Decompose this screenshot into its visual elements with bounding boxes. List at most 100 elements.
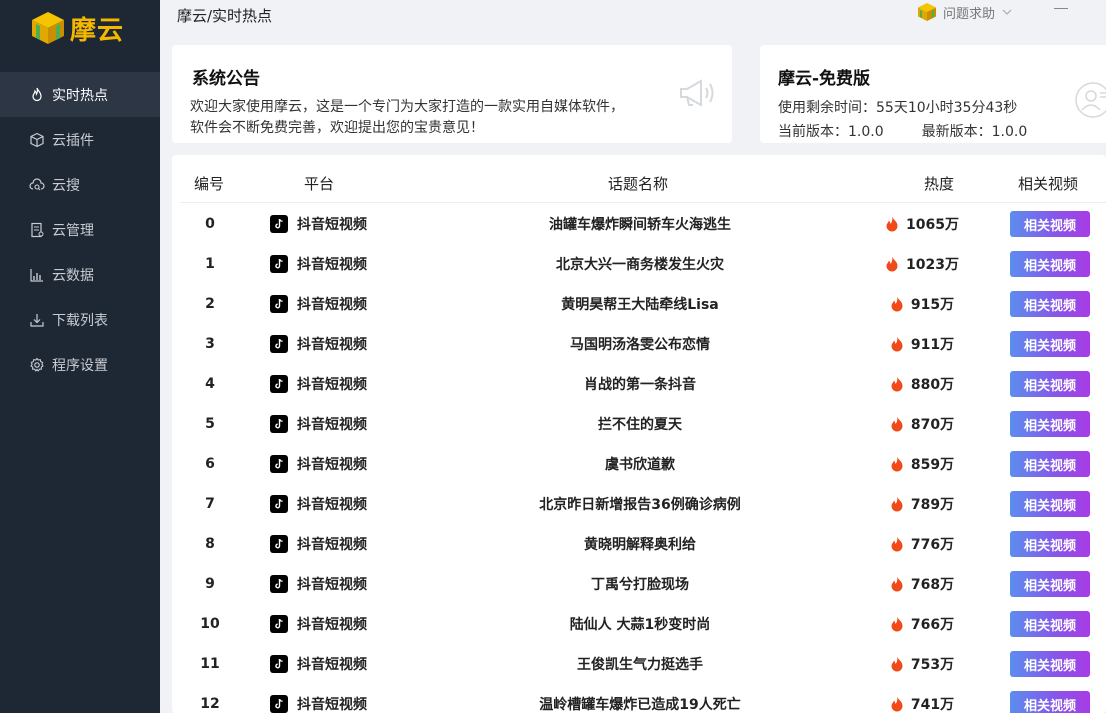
chevron-down-icon	[1002, 9, 1012, 15]
platform-name: 抖音短视频	[297, 297, 367, 313]
heat-value: 880万	[910, 377, 955, 393]
row-platform: 抖音短视频	[270, 484, 430, 524]
row-heat: 766万	[862, 604, 982, 644]
table-row: 7 抖音短视频 北京昨日新增报告36例确诊病例 789万 相关视频	[172, 484, 1106, 524]
sidebar-item-label: 云管理	[52, 222, 94, 239]
row-platform: 抖音短视频	[270, 244, 430, 284]
flame-icon	[891, 576, 903, 592]
related-video-button[interactable]: 相关视频	[1010, 291, 1090, 317]
row-action: 相关视频	[1010, 684, 1090, 713]
row-heat: 768万	[862, 564, 982, 604]
tiktok-icon	[270, 255, 288, 273]
table-row: 3 抖音短视频 马国明汤洛雯公布恋情 911万 相关视频	[172, 324, 1106, 364]
help-menu[interactable]: 问题求助	[917, 2, 1013, 22]
row-topic: 油罐车爆炸瞬间轿车火海逃生	[549, 217, 731, 233]
related-video-button[interactable]: 相关视频	[1010, 691, 1090, 713]
sidebar: 摩云 实时热点 云插件 云搜 云管理 云数据 下载列表 程序设置	[0, 0, 160, 713]
tiktok-icon	[270, 615, 288, 633]
tiktok-icon	[270, 295, 288, 313]
row-number: 6	[205, 456, 215, 472]
sidebar-item-realtime-hot[interactable]: 实时热点	[0, 72, 160, 117]
megaphone-icon	[680, 79, 714, 107]
row-platform: 抖音短视频	[270, 364, 430, 404]
cloud-search-icon	[28, 176, 46, 194]
row-number: 5	[205, 416, 215, 432]
table-body: 0 抖音短视频 油罐车爆炸瞬间轿车火海逃生 1065万 相关视频 1 抖音短视频…	[172, 204, 1106, 713]
row-number: 8	[205, 536, 215, 552]
related-video-button[interactable]: 相关视频	[1010, 531, 1090, 557]
row-number: 2	[205, 296, 215, 312]
flame-icon	[891, 416, 903, 432]
sidebar-item-label: 下载列表	[52, 312, 108, 329]
related-video-button[interactable]: 相关视频	[1010, 411, 1090, 437]
row-number: 10	[200, 616, 220, 632]
sidebar-item-label: 云数据	[52, 267, 94, 284]
sidebar-item-settings[interactable]: 程序设置	[0, 342, 160, 387]
user-avatar-icon[interactable]	[1074, 81, 1106, 119]
row-platform: 抖音短视频	[270, 604, 430, 644]
cube-icon	[28, 131, 46, 149]
sidebar-item-cloud-search[interactable]: 云搜	[0, 162, 160, 207]
sidebar-item-cloud-manage[interactable]: 云管理	[0, 207, 160, 252]
row-number: 0	[205, 216, 215, 232]
gear-icon	[28, 356, 46, 374]
related-video-button[interactable]: 相关视频	[1010, 251, 1090, 277]
row-action: 相关视频	[1010, 244, 1090, 284]
related-video-button[interactable]: 相关视频	[1010, 451, 1090, 477]
related-video-button[interactable]: 相关视频	[1010, 211, 1090, 237]
heat-value: 741万	[910, 697, 955, 713]
platform-name: 抖音短视频	[297, 337, 367, 353]
row-number: 9	[205, 576, 215, 592]
header-video: 相关视频	[1018, 175, 1079, 193]
table-header: 编号 平台 话题名称 热度 相关视频	[180, 155, 1106, 203]
minimize-button[interactable]	[1054, 8, 1068, 9]
related-video-button[interactable]: 相关视频	[1010, 651, 1090, 677]
related-video-button[interactable]: 相关视频	[1010, 491, 1090, 517]
row-heat: 753万	[862, 644, 982, 684]
row-topic: 丁禹兮打脸现场	[591, 577, 689, 593]
row-topic: 马国明汤洛雯公布恋情	[570, 337, 710, 353]
row-topic: 黄明昊帮王大陆牵线Lisa	[561, 297, 719, 313]
sidebar-item-download-list[interactable]: 下载列表	[0, 297, 160, 342]
row-action: 相关视频	[1010, 524, 1090, 564]
row-number: 12	[200, 696, 220, 712]
platform-name: 抖音短视频	[297, 457, 367, 473]
related-video-button[interactable]: 相关视频	[1010, 371, 1090, 397]
table-row: 6 抖音短视频 虞书欣道歉 859万 相关视频	[172, 444, 1106, 484]
flame-icon	[891, 496, 903, 512]
row-action: 相关视频	[1010, 324, 1090, 364]
heat-value: 766万	[910, 617, 955, 633]
logo-cube-icon	[32, 12, 64, 44]
table-row: 2 抖音短视频 黄明昊帮王大陆牵线Lisa 915万 相关视频	[172, 284, 1106, 324]
hot-topics-table: 编号 平台 话题名称 热度 相关视频 0 抖音短视频 油罐车爆炸瞬间轿车火海逃生…	[172, 155, 1106, 713]
current-version: 当前版本：1.0.0	[778, 124, 884, 140]
row-action: 相关视频	[1010, 484, 1090, 524]
flame-icon	[891, 456, 903, 472]
heat-value: 859万	[910, 457, 955, 473]
platform-name: 抖音短视频	[297, 577, 367, 593]
remaining-time: 使用剩余时间：55天10小时35分43秒	[778, 100, 1018, 116]
row-topic: 王俊凯生气力挺选手	[577, 657, 703, 673]
row-heat: 789万	[862, 484, 982, 524]
row-heat: 870万	[862, 404, 982, 444]
platform-name: 抖音短视频	[297, 697, 367, 713]
row-platform: 抖音短视频	[270, 524, 430, 564]
table-row: 12 抖音短视频 温岭槽罐车爆炸已造成19人死亡 741万 相关视频	[172, 684, 1106, 713]
row-topic: 北京昨日新增报告36例确诊病例	[539, 497, 741, 513]
heat-value: 870万	[910, 417, 955, 433]
sidebar-item-cloud-data[interactable]: 云数据	[0, 252, 160, 297]
related-video-button[interactable]: 相关视频	[1010, 611, 1090, 637]
table-row: 9 抖音短视频 丁禹兮打脸现场 768万 相关视频	[172, 564, 1106, 604]
flame-icon	[886, 256, 898, 272]
related-video-button[interactable]: 相关视频	[1010, 331, 1090, 357]
flame-icon	[891, 696, 903, 712]
sidebar-item-cloud-plugin[interactable]: 云插件	[0, 117, 160, 162]
table-row: 8 抖音短视频 黄晓明解释奥利给 776万 相关视频	[172, 524, 1106, 564]
sidebar-item-label: 程序设置	[52, 357, 108, 374]
flame-icon	[891, 296, 903, 312]
heat-value: 1023万	[906, 257, 959, 273]
row-topic: 肖战的第一条抖音	[584, 377, 696, 393]
related-video-button[interactable]: 相关视频	[1010, 571, 1090, 597]
row-heat: 1065万	[862, 204, 982, 244]
row-heat: 880万	[862, 364, 982, 404]
